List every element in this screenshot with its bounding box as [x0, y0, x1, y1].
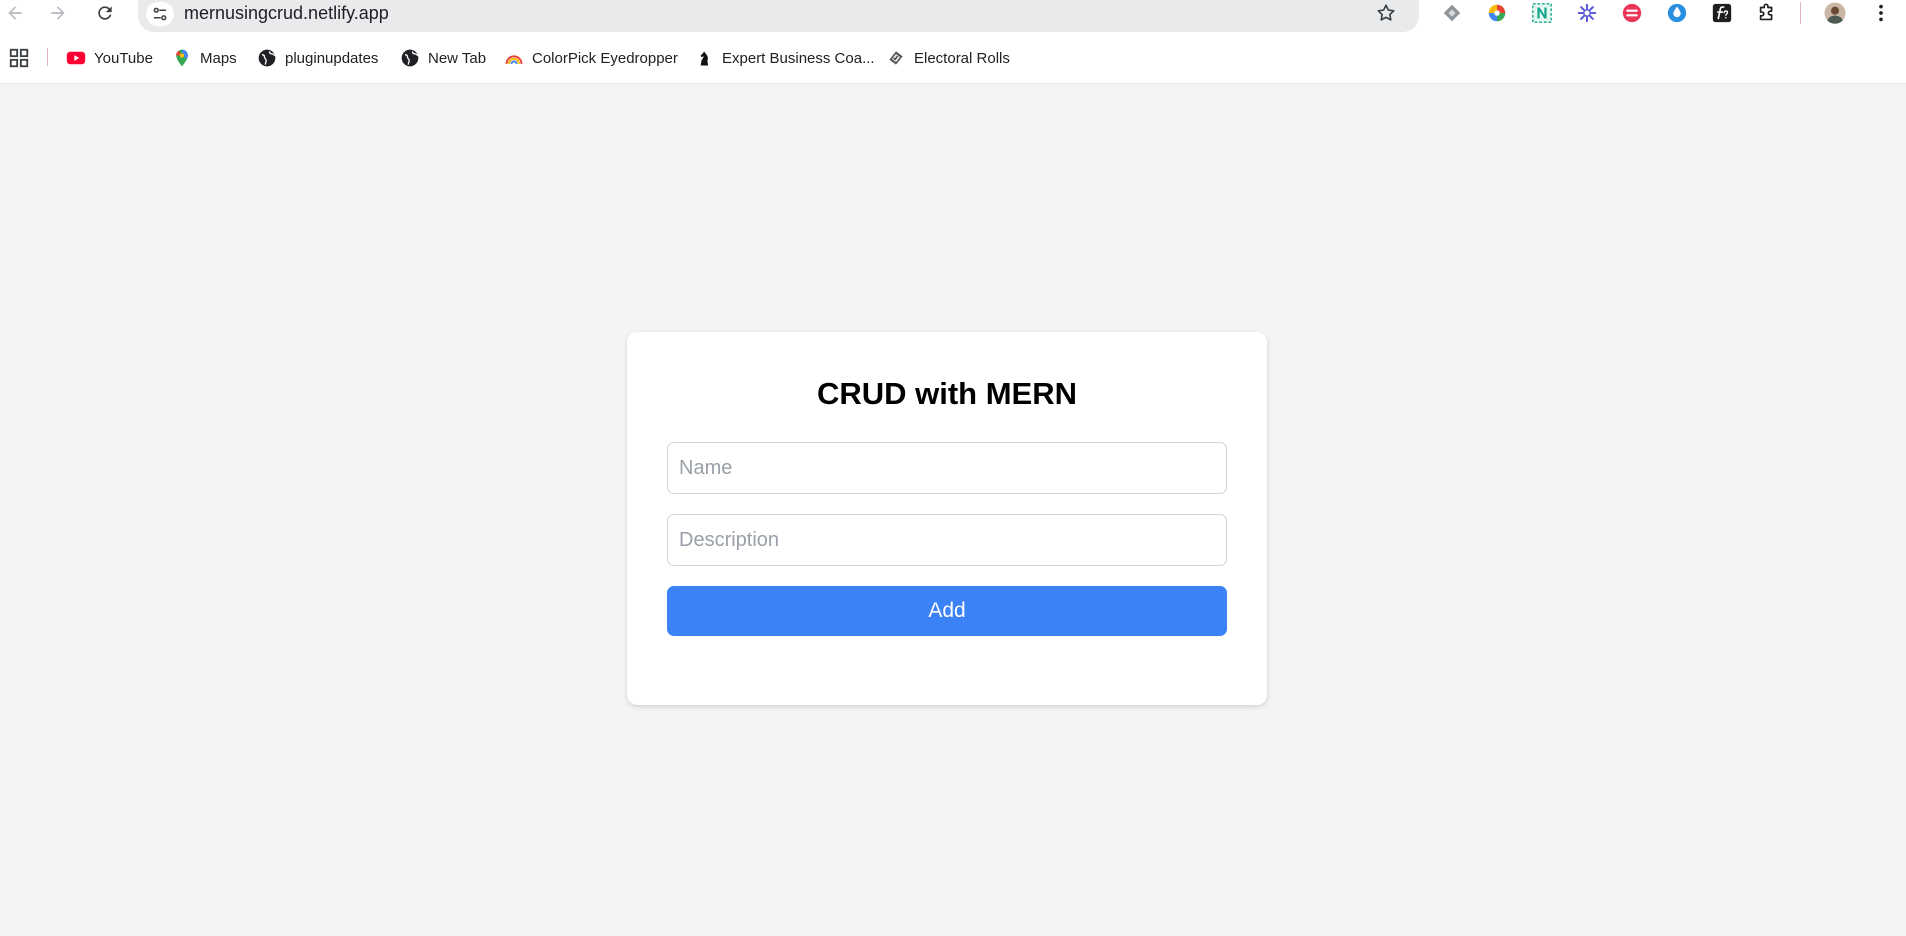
- profile-button[interactable]: [1820, 0, 1850, 26]
- name-input[interactable]: [667, 442, 1227, 494]
- bookmark-star-button[interactable]: [1373, 0, 1399, 26]
- url-text[interactable]: mernusingcrud.netlify.app: [184, 3, 389, 24]
- extensions-menu-button[interactable]: [1752, 0, 1782, 26]
- bookmark-label: pluginupdates: [285, 49, 379, 67]
- diamond-extension-icon: [1443, 4, 1461, 22]
- maps-pin-icon: [171, 47, 193, 69]
- color-wheel-extension-icon: [1488, 4, 1506, 22]
- extension-4[interactable]: [1572, 0, 1602, 26]
- globe-icon: [399, 47, 421, 69]
- rainbow-icon: [503, 47, 525, 69]
- reload-icon: [98, 6, 112, 20]
- back-button[interactable]: [0, 0, 30, 26]
- spark-extension-icon: [1577, 3, 1597, 23]
- bookmark-youtube[interactable]: YouTube: [65, 45, 153, 71]
- address-bar[interactable]: mernusingcrud.netlify.app: [138, 0, 1419, 32]
- bookmark-label: Maps: [200, 49, 237, 67]
- reload-button[interactable]: [90, 0, 120, 26]
- bookmark-pluginupdates[interactable]: pluginupdates: [256, 45, 378, 71]
- bookmark-maps[interactable]: Maps: [171, 45, 237, 71]
- extension-3[interactable]: [1527, 0, 1557, 26]
- more-vertical-icon: [1879, 4, 1883, 22]
- globe-icon: [256, 47, 278, 69]
- n-extension-icon: [1532, 3, 1552, 23]
- add-button[interactable]: Add: [667, 586, 1227, 636]
- ballot-icon: [885, 47, 907, 69]
- tune-icon: [153, 7, 167, 21]
- bookmark-electoral-rolls[interactable]: Electoral Rolls: [885, 45, 1010, 71]
- bookmark-label: ColorPick Eyedropper: [532, 49, 678, 67]
- star-icon: [1377, 4, 1395, 21]
- apps-grid-icon: [9, 48, 29, 68]
- apps-button[interactable]: [8, 45, 30, 71]
- red-circle-extension-icon: [1622, 3, 1642, 23]
- extension-2[interactable]: [1482, 0, 1512, 26]
- bookmarks-bar: YouTube Maps pluginupdates New Tab Color…: [0, 42, 1906, 76]
- bookmark-new-tab[interactable]: New Tab: [399, 45, 486, 71]
- bookmark-colorpick-eyedropper[interactable]: ColorPick Eyedropper: [503, 45, 678, 71]
- browser-toolbar: mernusingcrud.netlify.app: [0, 0, 1906, 34]
- arrow-left-icon: [8, 6, 22, 20]
- description-input[interactable]: [667, 514, 1227, 566]
- bookmark-label: YouTube: [94, 49, 153, 67]
- chess-knight-icon: [693, 47, 715, 69]
- forward-button[interactable]: [43, 0, 73, 26]
- droplet-extension-icon: [1667, 3, 1687, 23]
- extension-6[interactable]: [1662, 0, 1692, 26]
- bookmark-label: Expert Business Coa...: [722, 49, 875, 67]
- extension-5[interactable]: [1617, 0, 1647, 26]
- site-info-button[interactable]: [146, 2, 174, 26]
- extension-1[interactable]: [1437, 0, 1467, 26]
- bookmark-label: New Tab: [428, 49, 487, 67]
- toolbar-separator: [1800, 2, 1801, 24]
- browser-menu-button[interactable]: [1866, 0, 1896, 26]
- avatar: [1824, 2, 1846, 24]
- page-title: CRUD with MERN: [816, 376, 1078, 411]
- bookmarks-separator: [47, 48, 48, 66]
- youtube-icon: [65, 47, 87, 69]
- chrome-divider: [0, 83, 1906, 84]
- extension-7[interactable]: [1707, 0, 1737, 26]
- bookmark-expert-business-coach[interactable]: Expert Business Coa...: [693, 45, 875, 71]
- fx-extension-icon: [1712, 3, 1732, 23]
- crud-form-card: CRUD with MERN Add: [627, 332, 1267, 705]
- bookmark-label: Electoral Rolls: [914, 49, 1010, 67]
- puzzle-icon: [1759, 3, 1773, 21]
- arrow-right-icon: [51, 6, 65, 20]
